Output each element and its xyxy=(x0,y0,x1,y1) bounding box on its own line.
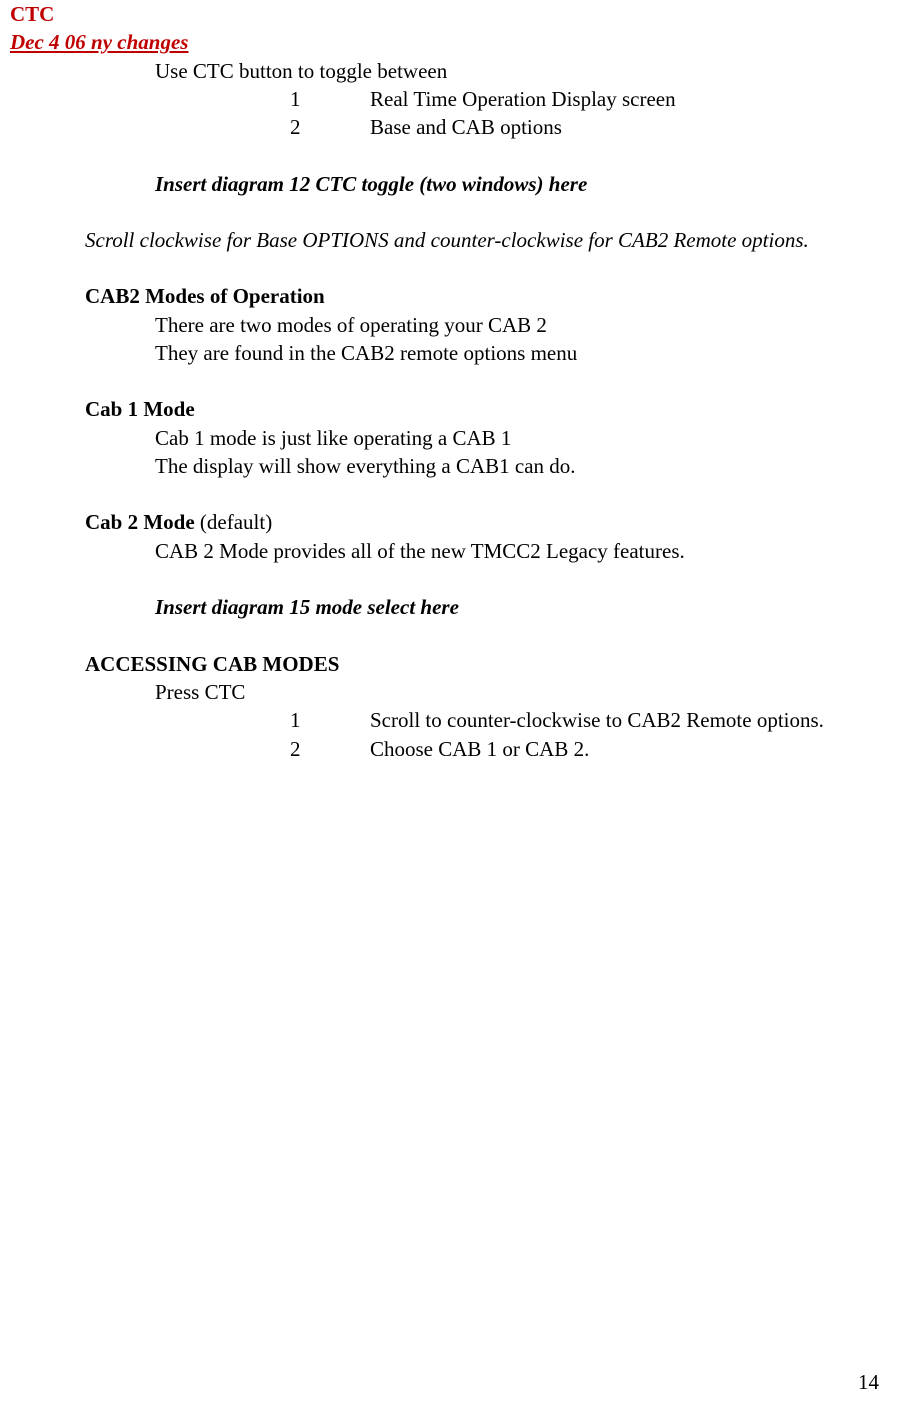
heading-bold-part: Cab 2 Mode xyxy=(85,510,195,534)
scroll-note: Scroll clockwise for Base OPTIONS and co… xyxy=(85,226,889,254)
list-item: 1 Scroll to counter-clockwise to CAB2 Re… xyxy=(290,706,889,734)
section-heading: ACCESSING CAB MODES xyxy=(85,650,889,678)
item-text: Choose CAB 1 or CAB 2. xyxy=(370,735,889,763)
doc-title: CTC xyxy=(10,0,889,28)
item-text: Scroll to counter-clockwise to CAB2 Remo… xyxy=(370,706,889,734)
item-number: 1 xyxy=(290,85,370,113)
body-text: Press CTC xyxy=(155,678,889,706)
heading-rest-part: (default) xyxy=(195,510,273,534)
body-text: The display will show everything a CAB1 … xyxy=(155,452,889,480)
item-number: 2 xyxy=(290,735,370,763)
list-item: 2 Choose CAB 1 or CAB 2. xyxy=(290,735,889,763)
body-text: CAB 2 Mode provides all of the new TMCC2… xyxy=(155,537,889,565)
list-item: 2 Base and CAB options xyxy=(290,113,889,141)
doc-subtitle: Dec 4 06 ny changes xyxy=(10,28,889,56)
item-text: Real Time Operation Display screen xyxy=(370,85,889,113)
section-heading: Cab 2 Mode (default) xyxy=(85,508,889,536)
section-heading: Cab 1 Mode xyxy=(85,395,889,423)
item-number: 2 xyxy=(290,113,370,141)
body-text: Cab 1 mode is just like operating a CAB … xyxy=(155,424,889,452)
section1-intro: Use CTC button to toggle between xyxy=(155,57,889,85)
body-text: They are found in the CAB2 remote option… xyxy=(155,339,889,367)
item-number: 1 xyxy=(290,706,370,734)
list-item: 1 Real Time Operation Display screen xyxy=(290,85,889,113)
item-text: Base and CAB options xyxy=(370,113,889,141)
diagram-note: Insert diagram 15 mode select here xyxy=(155,593,889,621)
page-number: 14 xyxy=(858,1368,879,1396)
body-text: There are two modes of operating your CA… xyxy=(155,311,889,339)
diagram-note: Insert diagram 12 CTC toggle (two window… xyxy=(155,170,889,198)
section-heading: CAB2 Modes of Operation xyxy=(85,282,889,310)
